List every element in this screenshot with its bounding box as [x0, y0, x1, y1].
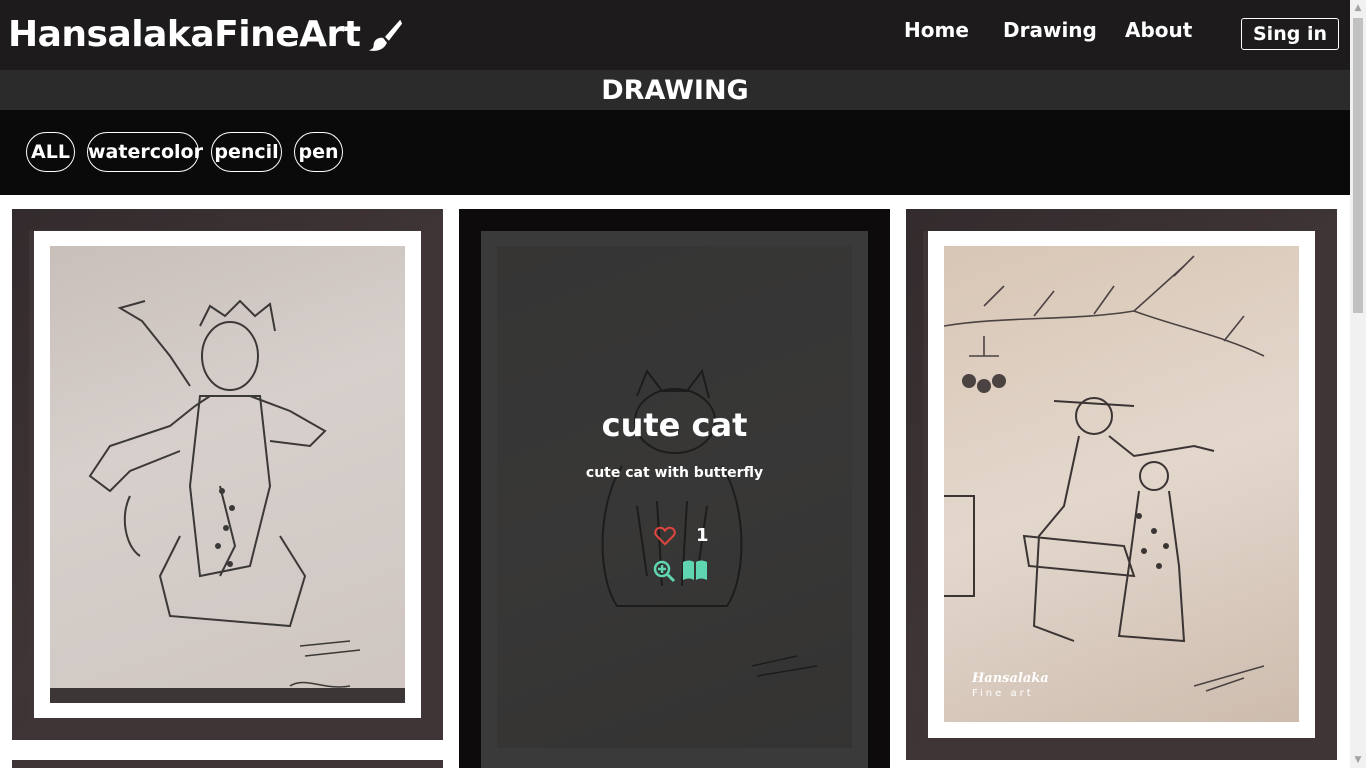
watermark-line2: Fine art: [972, 688, 1034, 699]
navbar: HansalakaFineArt Home Drawing About Sing…: [0, 0, 1350, 70]
paintbrush-icon: [369, 19, 403, 51]
artwork-image: [50, 246, 405, 703]
artwork-image: Hansalaka Fine art: [944, 246, 1299, 722]
dancer-sketch: [50, 299, 405, 703]
watermark-line1: Hansalaka: [971, 671, 1049, 686]
gallery-card-peek: [12, 760, 443, 768]
nav-drawing-link[interactable]: Drawing: [1003, 18, 1097, 42]
like-count: 1: [696, 525, 709, 546]
section-title: DRAWING: [0, 70, 1350, 110]
gallery-card[interactable]: [12, 209, 443, 740]
scroll-up-arrow-icon[interactable]: ▲: [1350, 0, 1366, 16]
category-filter-bar: ALL watercolor pencil pen: [0, 110, 1350, 195]
gallery-card[interactable]: cute cat cute cat with butterfly 1: [459, 209, 890, 768]
artwork-description: cute cat with butterfly: [585, 465, 764, 481]
signin-button[interactable]: Sing in: [1241, 18, 1339, 50]
heart-icon[interactable]: [654, 526, 676, 546]
artwork-hover-overlay: cute cat cute cat with butterfly 1: [497, 246, 852, 748]
nav-home-link[interactable]: Home: [904, 18, 969, 42]
brand-logo[interactable]: HansalakaFineArt: [8, 14, 404, 55]
artwork-title: cute cat: [601, 406, 748, 444]
filter-watercolor-chip[interactable]: watercolor: [87, 132, 203, 172]
scrollbar-thumb[interactable]: [1353, 18, 1363, 313]
brand-name: HansalakaFineArt: [8, 14, 361, 55]
filter-all-chip[interactable]: ALL: [26, 132, 75, 172]
artwork-actions: [652, 559, 708, 583]
scroll-down-arrow-icon[interactable]: ▼: [1350, 752, 1366, 768]
like-row: 1: [654, 525, 709, 546]
open-book-icon[interactable]: [682, 559, 708, 581]
gallery-card[interactable]: Hansalaka Fine art: [906, 209, 1337, 760]
filter-pen-chip[interactable]: pen: [294, 132, 343, 172]
zoom-in-icon[interactable]: [652, 559, 676, 583]
page-scrollbar[interactable]: ▲ ▼: [1350, 0, 1366, 768]
nav-about-link[interactable]: About: [1125, 18, 1192, 42]
filter-pencil-chip[interactable]: pencil: [211, 132, 282, 172]
drummer-sketch: Hansalaka Fine art: [944, 255, 1265, 699]
